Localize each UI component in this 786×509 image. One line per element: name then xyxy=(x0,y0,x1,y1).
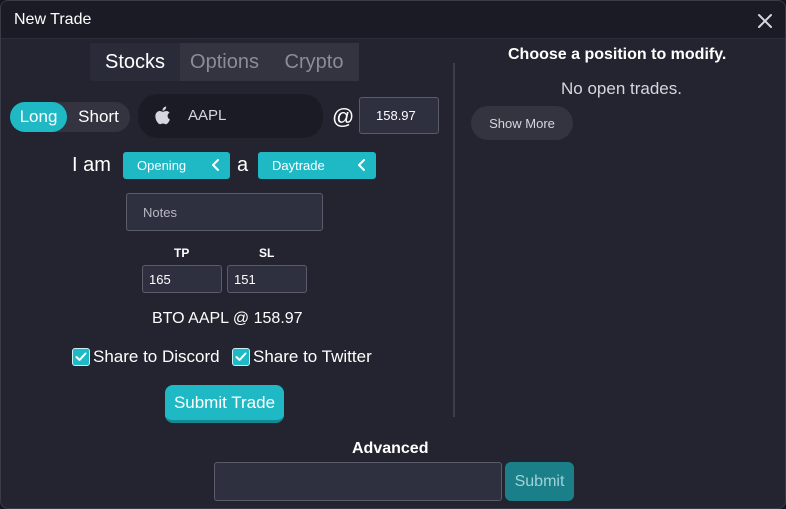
share-twitter-label: Share to Twitter xyxy=(253,347,372,366)
advanced-label: Advanced xyxy=(352,440,429,457)
stop-loss-input[interactable]: 151 xyxy=(227,265,307,293)
checkmark-icon xyxy=(72,348,90,366)
share-twitter-checkbox[interactable]: Share to Twitter xyxy=(232,347,372,367)
ticker-symbol: AAPL xyxy=(188,107,227,124)
chevron-left-icon xyxy=(357,158,367,175)
a-label: a xyxy=(237,154,249,176)
share-discord-label: Share to Discord xyxy=(93,347,220,366)
apple-icon xyxy=(155,106,171,130)
trade-type-dropdown-label: Daytrade xyxy=(272,158,325,173)
ticker-select[interactable]: AAPL xyxy=(138,94,323,138)
show-more-button[interactable]: Show More xyxy=(471,106,573,140)
title-bar: New Trade xyxy=(1,1,785,39)
short-button[interactable]: Short xyxy=(67,102,130,132)
chevron-left-icon xyxy=(211,158,221,175)
action-dropdown[interactable]: Opening xyxy=(123,152,230,179)
long-short-toggle: Long Short xyxy=(10,102,130,132)
panel-divider xyxy=(453,63,455,417)
at-symbol: @ xyxy=(332,104,355,129)
trade-summary: BTO AAPL @ 158.97 xyxy=(152,310,303,327)
empty-positions-text: No open trades. xyxy=(561,79,682,98)
new-trade-dialog: New Trade Stocks Options Crypto Long Sho… xyxy=(0,0,786,509)
action-dropdown-label: Opening xyxy=(137,158,187,173)
close-button[interactable] xyxy=(753,9,777,33)
tab-crypto[interactable]: Crypto xyxy=(269,43,359,81)
i-am-label: I am xyxy=(72,154,111,176)
share-discord-checkbox[interactable]: Share to Discord xyxy=(72,347,220,367)
advanced-submit-button[interactable]: Submit xyxy=(505,462,574,501)
take-profit-input[interactable]: 165 xyxy=(142,265,222,293)
take-profit-label: TP xyxy=(174,246,190,260)
dialog-title: New Trade xyxy=(14,11,92,28)
stop-loss-label: SL xyxy=(259,246,275,260)
trade-type-dropdown[interactable]: Daytrade xyxy=(258,152,376,179)
price-input[interactable]: 158.97 xyxy=(359,97,439,134)
checkmark-icon xyxy=(232,348,250,366)
close-icon xyxy=(758,14,772,28)
long-button[interactable]: Long xyxy=(10,102,67,132)
advanced-input[interactable] xyxy=(214,462,502,501)
tab-stocks[interactable]: Stocks xyxy=(90,43,180,81)
tab-options[interactable]: Options xyxy=(180,43,269,81)
positions-title: Choose a position to modify. xyxy=(508,46,727,63)
asset-type-tabs: Stocks Options Crypto xyxy=(90,43,359,81)
notes-input[interactable]: Notes xyxy=(126,193,323,231)
submit-trade-button[interactable]: Submit Trade xyxy=(165,385,284,423)
